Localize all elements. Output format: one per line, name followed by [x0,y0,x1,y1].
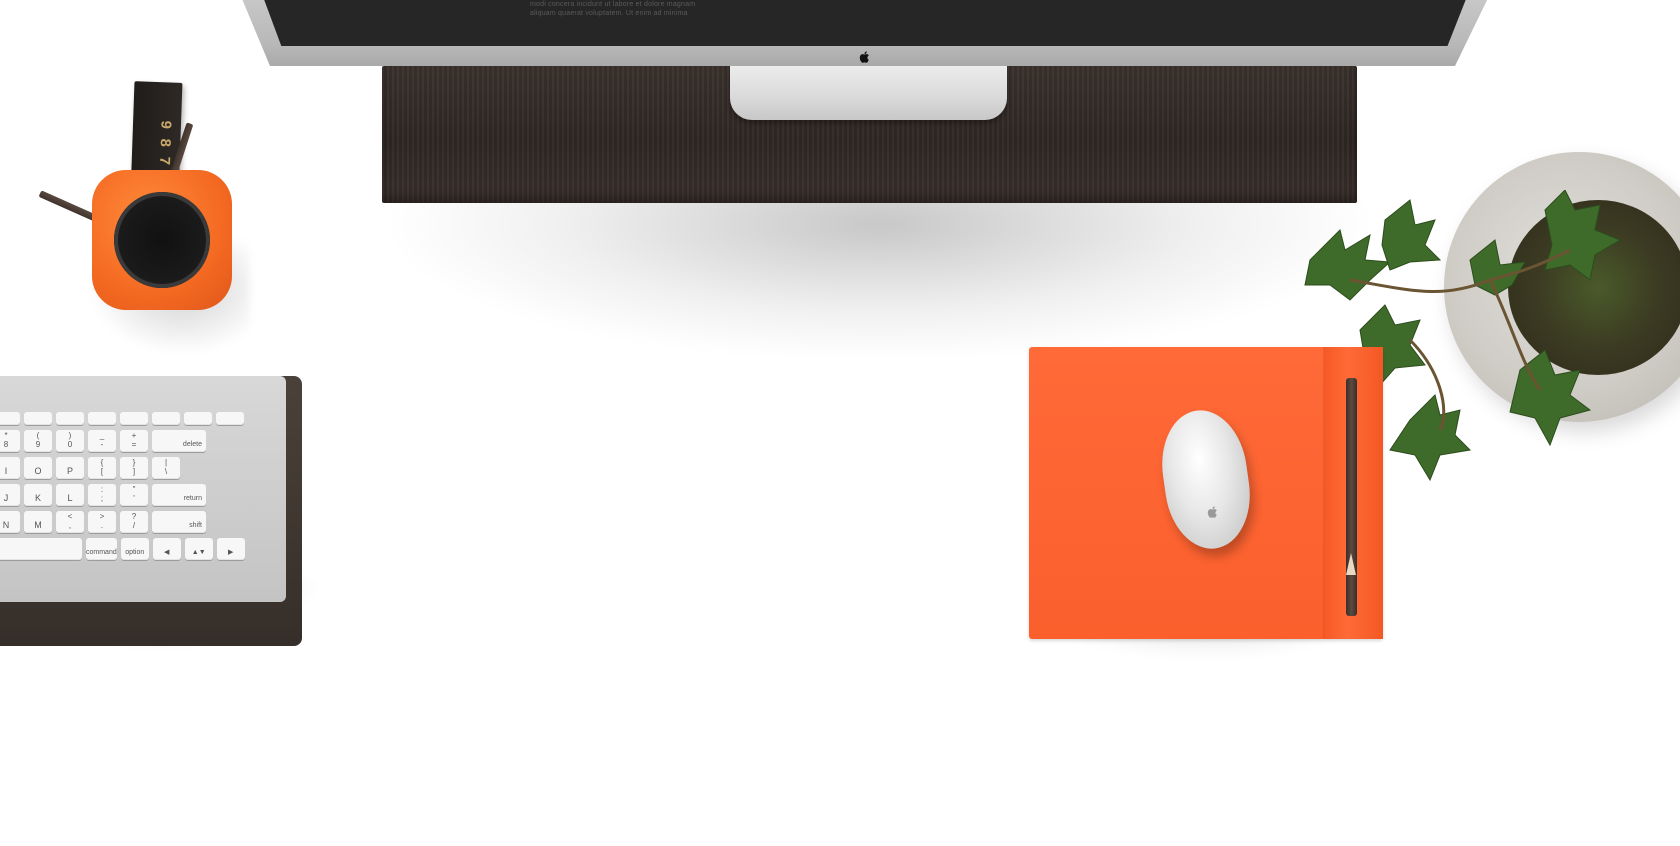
key-legend: ] [132,467,136,476]
key: J [0,484,20,506]
apple-logo-icon [859,51,869,63]
key: M [24,511,52,533]
key [24,412,52,425]
number-key-row: * 8 (9 ) 0 _ - + = delete [0,430,282,452]
key-legend: / [132,521,136,530]
command-key: command [86,538,117,560]
space-bar [0,538,82,560]
key: I [0,457,20,479]
key-legend: , [68,521,72,530]
key: _ - [88,430,116,452]
keyboard-keys: * 8 (9 ) 0 _ - + = delete I O P {[ }] | \ J K… [0,412,282,565]
key: (9 [24,430,52,452]
key [88,412,116,425]
monitor-stand-foot [730,66,1007,120]
key: | \ [152,457,180,479]
key-shift-legend: < [67,512,73,521]
bottom-letter-row: N M <, >. ? / shift [0,511,282,533]
key: ) 0 [56,430,84,452]
arrow-right-key: ▶ [216,538,245,560]
key: <, [56,511,84,533]
key-shift-legend: " [132,485,136,494]
key-shift-legend: _ [99,431,105,440]
arrow-left-key: ◀ [152,538,181,560]
key: :; [88,484,116,506]
function-key-row [0,412,282,425]
top-letter-row: I O P {[ }] | \ [0,457,282,479]
arrow-up-down-keys: ▲▼ [184,538,213,560]
key-legend: 9 [35,440,41,449]
key-legend: = [131,440,137,449]
key [152,412,180,425]
home-row: J K L :; " ' return [0,484,282,506]
key-shift-legend: { [100,458,104,467]
apple-logo-icon [1207,506,1217,518]
key-shift-legend: ) [68,431,72,440]
key-legend: - [100,440,104,449]
key: P [56,457,84,479]
return-key: return [152,484,206,506]
key: * 8 [0,430,20,452]
key: ? / [120,511,148,533]
pencil-cup-opening [114,192,210,288]
screen-text: modi concera incidunt ut labore et dolor… [530,0,830,18]
key: " ' [120,484,148,506]
key: >. [88,511,116,533]
key-shift-legend: | [164,458,168,467]
key-legend: 8 [3,440,9,449]
key-shift-legend: * [4,431,8,440]
shift-key: shift [152,511,206,533]
screen-text-line: aliquam quaerat voluptatem. Ut enim ad m… [530,10,688,17]
pencil [1346,378,1357,616]
key: K [24,484,52,506]
delete-key: delete [152,430,206,452]
monitor-screen [262,0,1468,46]
pencil-tip [1346,553,1356,575]
key: L [56,484,84,506]
key-shift-legend: } [132,458,136,467]
key-legend: ' [133,494,135,503]
key-legend: 0 [67,440,73,449]
key: + = [120,430,148,452]
option-key: option [120,538,149,560]
key: N [0,511,20,533]
key-shift-legend: : [100,485,104,494]
key-legend: \ [164,467,168,476]
key-shift-legend: > [99,512,105,521]
key [184,412,212,425]
modifier-row: command option ◀ ▲▼ ▶ [0,538,282,560]
key [120,412,148,425]
key: {[ [88,457,116,479]
key [0,412,20,425]
key [56,412,84,425]
key-shift-legend: + [131,431,137,440]
key [216,412,244,425]
key-legend: . [100,521,104,530]
key-legend: [ [100,467,104,476]
key-shift-legend: ( [36,431,40,440]
monitor-shadow [380,190,1380,360]
screen-text-line: modi concera incidunt ut labore et dolor… [530,1,696,8]
key: O [24,457,52,479]
key: }] [120,457,148,479]
key-legend: ; [100,494,104,503]
key-shift-legend: ? [131,512,137,521]
